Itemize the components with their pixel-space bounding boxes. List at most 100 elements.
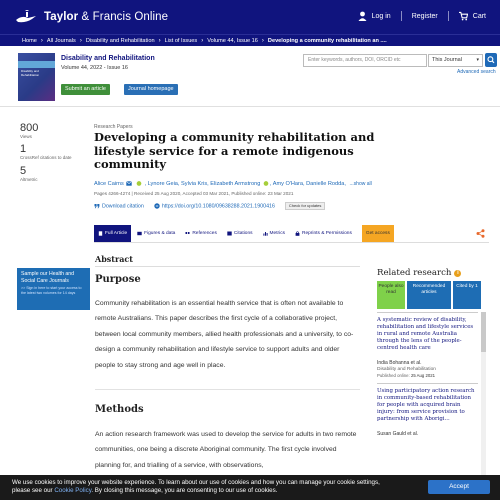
breadcrumb-all-journals[interactable]: All Journals › xyxy=(47,38,86,44)
scrollbar-thumb[interactable] xyxy=(481,312,486,352)
related-article-author: Susan Gauld et al. xyxy=(377,431,419,437)
breadcrumb-current: Developing a community rehabilitation an… xyxy=(267,37,387,44)
author-link[interactable]: Amy O'Hara, xyxy=(273,181,305,187)
quote-icon xyxy=(185,232,190,234)
tab-people-also-read[interactable]: People also read xyxy=(377,281,405,309)
list-item: A systematic review of disability, rehab… xyxy=(377,312,478,379)
breadcrumb: Home › All Journals › Disability and Rehab… xyxy=(0,34,500,46)
tab-metrics[interactable]: Metrics xyxy=(259,225,289,242)
metric-label: Altmetric xyxy=(20,176,38,182)
journal-homepage-button[interactable]: Journal homepage xyxy=(124,84,178,95)
tab-full-article[interactable]: Full Article xyxy=(94,225,132,242)
cart-link[interactable]: Cart xyxy=(458,11,486,21)
user-icon xyxy=(358,11,367,21)
search-scope-select[interactable]: This Journal ▾ xyxy=(428,54,483,67)
promo-signin-link[interactable]: >> Sign in here to start your access to … xyxy=(21,286,86,295)
author-link[interactable]: Danielle Rodda, xyxy=(306,181,346,187)
chevron-right-icon: › xyxy=(158,37,161,44)
related-scrollbar[interactable] xyxy=(481,312,486,482)
purpose-heading: Purpose xyxy=(95,274,141,285)
metric-views[interactable]: 800 Views xyxy=(20,122,80,139)
tab-citations[interactable]: Citations xyxy=(223,225,257,242)
get-access-button[interactable]: Get access xyxy=(361,225,394,242)
advanced-search-link[interactable]: Advanced search xyxy=(457,69,496,75)
search-scope-value: This Journal xyxy=(432,57,462,63)
promo-title: Sample our Health and Social Care Journa… xyxy=(21,271,75,284)
related-article-title[interactable]: A systematic review of disability, rehab… xyxy=(377,317,478,352)
related-article-title[interactable]: Using participatory action research in c… xyxy=(377,388,478,423)
tab-references[interactable]: References xyxy=(181,225,221,242)
chevron-right-icon: › xyxy=(201,37,204,44)
orcid-icon[interactable] xyxy=(263,181,269,186)
journal-title[interactable]: Disability and Rehabilitation xyxy=(61,55,155,62)
show-all-authors-link[interactable]: ...show all xyxy=(350,181,372,187)
breadcrumb-volume[interactable]: Volume 44, Issue 16 › xyxy=(207,38,268,44)
promo-banner[interactable]: Sample our Health and Social Care Journa… xyxy=(17,268,90,310)
metric-number: 5 xyxy=(20,164,27,177)
metric-crossref[interactable]: 1 CrossRef citations to date xyxy=(20,143,80,160)
download-citation-link[interactable]: Download citation xyxy=(94,203,144,209)
metric-altmetric[interactable]: 5 Altmetric xyxy=(20,165,80,182)
cookie-text: We use cookies to improve your website e… xyxy=(12,479,380,494)
metric-number: 1 xyxy=(20,143,27,156)
tab-reprints[interactable]: Reprints & Permissions xyxy=(291,225,356,242)
chevron-right-icon: › xyxy=(40,37,43,44)
methods-heading: Methods xyxy=(95,404,144,415)
link-icon xyxy=(154,203,160,209)
submit-article-button[interactable]: Submit an article xyxy=(61,84,110,95)
journal-volume: Volume 44, 2022 - Issue 16 xyxy=(61,65,128,71)
login-link[interactable]: Log in xyxy=(358,11,391,21)
article-title: Developing a community rehabilitation an… xyxy=(94,130,375,171)
logo-text: Taylor & Francis Online xyxy=(44,11,169,23)
metric-label: CrossRef citations to date xyxy=(20,155,72,161)
doi-link[interactable]: https://doi.org/10.1080/09638288.2021.19… xyxy=(154,203,275,209)
chevron-down-icon: ▾ xyxy=(476,57,479,63)
journal-cover-image[interactable]: Disability and Rehabilitation xyxy=(18,53,55,101)
lamp-icon xyxy=(16,10,36,23)
share-icon[interactable] xyxy=(476,229,485,238)
divider xyxy=(94,242,489,243)
related-article-date: Published online: 25 Aug 2021 xyxy=(377,373,436,378)
tab-recommended-articles[interactable]: Recommended articles xyxy=(407,281,451,309)
info-icon[interactable]: i xyxy=(454,269,462,277)
divider xyxy=(447,11,449,21)
check-for-updates-button[interactable]: Check for updates xyxy=(284,202,326,210)
citation-row: Download citation https://doi.org/10.108… xyxy=(94,202,326,210)
tab-cited-by[interactable]: Cited by 1 xyxy=(453,281,481,309)
login-label: Log in xyxy=(371,12,391,20)
register-link[interactable]: Register xyxy=(412,13,438,20)
tab-figures[interactable]: Figures & data xyxy=(133,225,179,242)
divider xyxy=(400,11,402,21)
chevron-right-icon: › xyxy=(261,37,264,44)
author-link[interactable]: Elizabeth Armstrong xyxy=(210,181,260,187)
author-link[interactable]: Lynore Geia, xyxy=(148,181,180,187)
chevron-right-icon: › xyxy=(79,37,82,44)
divider xyxy=(95,389,360,390)
search-input[interactable]: Enter keywords, authors, DOI, ORCID etc xyxy=(303,54,427,67)
metric-number: 800 xyxy=(20,122,39,134)
lock-icon xyxy=(295,231,300,236)
search-button[interactable] xyxy=(485,53,497,67)
breadcrumb-journal[interactable]: Disability and Rehabilitation › xyxy=(86,38,165,44)
accept-cookies-button[interactable]: Accept xyxy=(428,480,490,494)
purpose-paragraph: Community rehabilitation is an essential… xyxy=(95,300,354,369)
journal-banner: Disability and Rehabilitation Disability… xyxy=(0,47,500,107)
cart-label: Cart xyxy=(472,12,486,20)
author-link[interactable]: Alice Cairns xyxy=(94,181,124,187)
register-label: Register xyxy=(411,12,438,20)
search-icon xyxy=(487,56,495,64)
related-tabs: People also read Recommended articles Ci… xyxy=(377,281,483,309)
cart-icon xyxy=(458,11,468,21)
divider xyxy=(95,266,360,267)
tandf-logo[interactable]: Taylor & Francis Online xyxy=(14,9,168,25)
quote-icon xyxy=(94,203,100,208)
email-icon[interactable] xyxy=(126,181,133,186)
image-icon xyxy=(137,231,142,236)
breadcrumb-home[interactable]: Home › xyxy=(22,38,47,44)
cookie-policy-link[interactable]: Cookie Policy xyxy=(54,487,91,494)
orcid-icon[interactable] xyxy=(136,181,142,186)
author-link[interactable]: Sylvia Kris, xyxy=(181,181,209,187)
cover-band xyxy=(18,61,55,68)
article-dates: Pages 4266-4274 | Received 25 Aug 2020, … xyxy=(94,191,294,196)
breadcrumb-issues[interactable]: List of Issues › xyxy=(165,38,208,44)
